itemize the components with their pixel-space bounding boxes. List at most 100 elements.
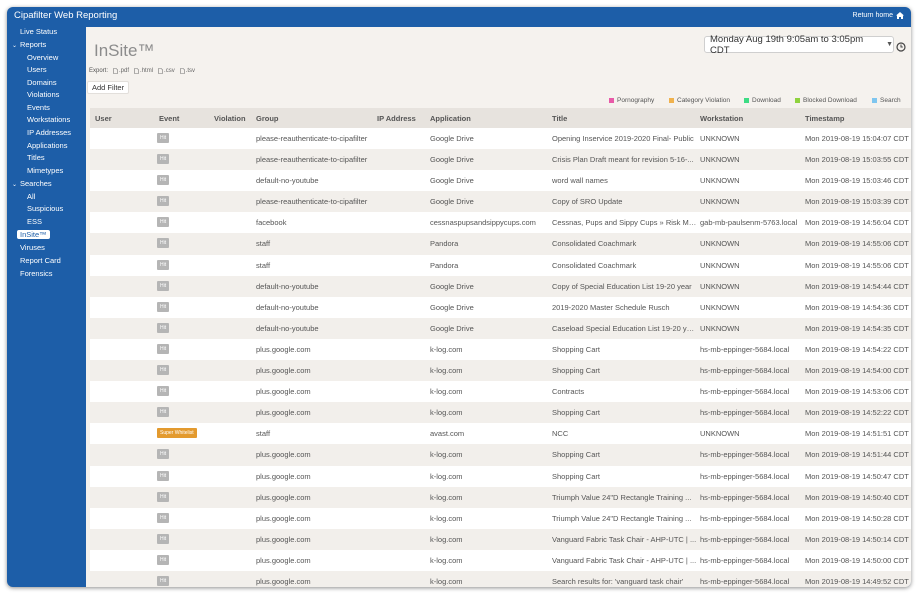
sidebar-item-all[interactable]: All: [27, 192, 35, 201]
application-cell: k-log.com: [430, 450, 463, 460]
table-row[interactable]: Hit default-no-youtube Google Drive 2019-20…: [90, 296, 911, 318]
title-cell: Shopping Cart: [552, 366, 600, 376]
group-cell: staff: [256, 429, 271, 439]
event-badge: Hit: [157, 154, 170, 165]
workstation-cell: hs-mb-eppinger-5684.local: [700, 408, 790, 418]
sidebar-item-reports[interactable]: ⌄ Reports: [12, 40, 46, 49]
table-row[interactable]: Hit plus.google.com k-log.com Contracts hs-m…: [90, 381, 911, 403]
table-row[interactable]: Hit default-no-youtube Google Drive word wa…: [90, 170, 911, 192]
table-row[interactable]: Hit staff Pandora Consolidated Coachmark UNK…: [90, 233, 911, 255]
export-html-button[interactable]: .html: [134, 68, 153, 74]
sidebar-item-overview[interactable]: Overview: [27, 53, 58, 62]
event-badge: Hit: [157, 449, 170, 460]
column-header-user[interactable]: User: [95, 114, 112, 123]
sidebar-item-searches[interactable]: ⌄ Searches: [12, 179, 52, 188]
sidebar-item-label: Titles: [27, 153, 45, 162]
title-cell: Triumph Value 24"D Rectangle Training ..…: [552, 492, 692, 502]
title-cell: Search results for: 'vanguard task chair…: [552, 576, 684, 586]
sidebar-item-applications[interactable]: Applications: [27, 141, 67, 150]
title-bar: Cipafilter Web Reporting Return home: [7, 7, 911, 27]
application-cell: Google Drive: [430, 176, 474, 186]
table-row[interactable]: Hit plus.google.com k-log.com Shopping Cart…: [90, 402, 911, 424]
legend-item-blocked-download: Blocked Download: [795, 97, 857, 104]
legend-swatch: [744, 98, 749, 103]
column-header-violation[interactable]: Violation: [214, 114, 246, 123]
sidebar-item-ess[interactable]: ESS: [27, 217, 42, 226]
application-cell: k-log.com: [430, 513, 463, 523]
return-home-link[interactable]: Return home: [853, 12, 904, 19]
export-pdf-button[interactable]: .pdf: [113, 68, 129, 74]
table-row[interactable]: Hit please-reauthenticate-to-cipafilter Go…: [90, 191, 911, 213]
sidebar-item-label: Domains: [27, 78, 57, 87]
export-pdf-label: .pdf: [119, 68, 130, 74]
export-tsv-label: .tsv: [185, 68, 196, 74]
export-csv-button[interactable]: .csv: [158, 68, 175, 74]
sidebar-item-label: Searches: [20, 179, 52, 188]
column-header-application[interactable]: Application: [430, 114, 471, 123]
table-row[interactable]: Super Whitelist staff avast.com NCC UNKNOWN M…: [90, 423, 911, 445]
group-cell: plus.google.com: [256, 576, 311, 586]
table-row[interactable]: Hit plus.google.com k-log.com Shopping Cart…: [90, 465, 911, 487]
table-row[interactable]: Hit please-reauthenticate-to-cipafilter Go…: [90, 149, 911, 171]
date-range-select[interactable]: Monday Aug 19th 9:05am to 3:05pm CDT ▼: [704, 34, 894, 56]
application-cell: Google Drive: [430, 197, 474, 207]
workstation-cell: hs-mb-eppinger-5684.local: [700, 366, 790, 376]
sidebar-item-live-status[interactable]: Live Status: [20, 27, 57, 36]
sidebar-item-titles[interactable]: Titles: [27, 153, 45, 162]
table-row[interactable]: Hit plus.google.com k-log.com Shopping Cart…: [90, 444, 911, 466]
sidebar-item-violations[interactable]: Violations: [27, 90, 59, 99]
sidebar-item-viruses[interactable]: Viruses: [20, 243, 45, 252]
column-header-workstation[interactable]: Workstation: [700, 114, 743, 123]
group-cell: plus.google.com: [256, 471, 311, 481]
table-row[interactable]: Hit staff Pandora Consolidated Coachmark UNK…: [90, 254, 911, 276]
sidebar-item-events[interactable]: Events: [27, 103, 50, 112]
clock-icon[interactable]: [896, 39, 906, 57]
title-cell: Shopping Cart: [552, 344, 600, 354]
title-cell: Consolidated Coachmark: [552, 239, 637, 249]
add-filter-button[interactable]: Add Filter: [87, 81, 130, 94]
export-html-label: .html: [140, 68, 154, 74]
workstation-cell: hs-mb-eppinger-5684.local: [700, 471, 790, 481]
sidebar-item-users[interactable]: Users: [27, 65, 47, 74]
sidebar-item-suspicious[interactable]: Suspicious: [27, 204, 63, 213]
timestamp-cell: Mon 2019-08-19 14:52:22 CDT: [805, 408, 909, 418]
workstation-cell: UNKNOWN: [700, 197, 740, 207]
column-header-title[interactable]: Title: [552, 114, 567, 123]
export-tsv-button[interactable]: .tsv: [179, 68, 196, 74]
table-row[interactable]: Hit plus.google.com k-log.com Triumph Value…: [90, 486, 911, 508]
table-row[interactable]: Hit default-no-youtube Google Drive Copy of…: [90, 275, 911, 297]
table-row[interactable]: Hit plus.google.com k-log.com Vanguard Fabr…: [90, 528, 911, 550]
workstation-cell: UNKNOWN: [700, 281, 740, 291]
group-cell: staff: [256, 260, 271, 270]
table-row[interactable]: Hit facebook cessnaspupsandsippycups.com Ce…: [90, 212, 911, 234]
workstation-cell: UNKNOWN: [700, 239, 740, 249]
table-row[interactable]: Hit plus.google.com k-log.com Vanguard Fabr…: [90, 549, 911, 571]
timestamp-cell: Mon 2019-08-19 14:54:35 CDT: [805, 323, 909, 333]
column-header-ip-address[interactable]: IP Address: [377, 114, 416, 123]
title-cell: word wall names: [552, 176, 608, 186]
table-row[interactable]: Hit plus.google.com k-log.com Shopping Cart…: [90, 338, 911, 361]
table-row[interactable]: Hit plus.google.com k-log.com Search result…: [90, 570, 911, 587]
table-row[interactable]: Hit default-no-youtube Google Drive Caseloa…: [90, 317, 911, 339]
sidebar-item-insite[interactable]: InSite™: [17, 230, 50, 239]
column-header-timestamp[interactable]: Timestamp: [805, 114, 844, 123]
column-header-event[interactable]: Event: [159, 114, 179, 123]
legend-swatch: [795, 98, 800, 103]
column-header-group[interactable]: Group: [256, 114, 279, 123]
timestamp-cell: Mon 2019-08-19 14:53:06 CDT: [805, 387, 909, 397]
event-badge: Hit: [157, 407, 170, 418]
event-badge: Hit: [157, 470, 170, 481]
table-row[interactable]: Hit plus.google.com k-log.com Shopping Cart…: [90, 360, 911, 382]
sidebar-item-ip-addresses[interactable]: IP Addresses: [27, 128, 71, 137]
event-badge: Hit: [157, 533, 170, 544]
sidebar-item-label: Live Status: [20, 27, 58, 36]
sidebar-item-report-card[interactable]: Report Card: [20, 256, 61, 265]
sidebar-item-mimetypes[interactable]: Mimetypes: [27, 166, 63, 175]
sidebar-item-domains[interactable]: Domains: [27, 78, 57, 87]
return-home-label: Return home: [852, 12, 893, 19]
sidebar-item-workstations[interactable]: Workstations: [27, 115, 70, 124]
sidebar-item-forensics[interactable]: Forensics: [20, 269, 53, 278]
table-row[interactable]: Hit plus.google.com k-log.com Triumph Value…: [90, 507, 911, 529]
application-cell: Google Drive: [430, 281, 474, 291]
table-row[interactable]: Hit please-reauthenticate-to-cipafilter Go…: [90, 128, 911, 150]
